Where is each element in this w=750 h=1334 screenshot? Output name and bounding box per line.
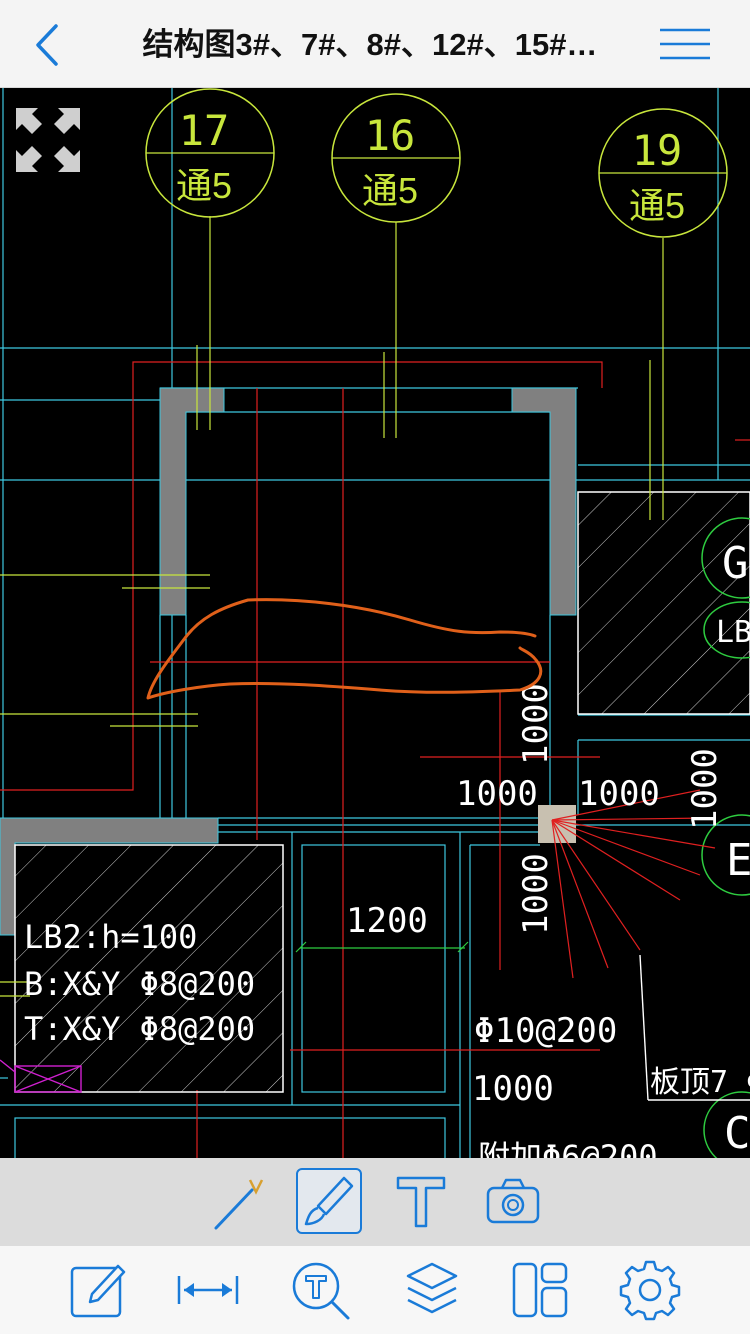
- slab-note-line3: T:X&Y Φ8@200: [24, 1010, 255, 1048]
- gear-icon: [619, 1260, 681, 1321]
- cad-drawing: 17 通5 16 通5 19 通5 G LB E C 1000 1000 100…: [0, 88, 750, 1158]
- slab-top-label: 板顶7 Φ10: [650, 1065, 750, 1100]
- settings-button[interactable]: [618, 1258, 682, 1322]
- layout-panels-icon: [512, 1262, 568, 1318]
- chevron-left-icon: [36, 24, 58, 66]
- line-tool-button[interactable]: [208, 1168, 274, 1234]
- dimension-text-vert-b: 1000: [685, 748, 725, 830]
- text-search-icon: [292, 1262, 350, 1320]
- slab-note-line1: LB2:h=100: [24, 918, 197, 956]
- measure-arrows-icon: [177, 1276, 239, 1304]
- camera-icon: [486, 1178, 540, 1224]
- back-button[interactable]: [22, 20, 72, 70]
- bubble-label-g: G: [722, 538, 749, 589]
- text-search-button[interactable]: [288, 1258, 352, 1322]
- bubble-label-e: E: [726, 835, 750, 886]
- menu-button[interactable]: [656, 24, 716, 68]
- bubble-label-c: C: [724, 1108, 750, 1158]
- edit-button[interactable]: [66, 1258, 130, 1322]
- layers-icon: [406, 1262, 458, 1314]
- bubble-label-lb: LB: [716, 615, 750, 650]
- edit-pencil-icon: [70, 1264, 126, 1318]
- brush-icon: [304, 1176, 354, 1226]
- slab-note-line2: B:X&Y Φ8@200: [24, 965, 255, 1003]
- camera-tool-button[interactable]: [480, 1168, 546, 1234]
- page-title: 结构图3#、7#、8#、12#、15#…: [142, 27, 598, 62]
- dimension-line-1200: [295, 941, 469, 953]
- dimension-text-horiz-a: 1000: [456, 774, 538, 814]
- expand-arrows-icon: [16, 108, 80, 172]
- freehand-markup: [146, 598, 543, 700]
- hatched-slab-right: [577, 491, 750, 715]
- text-t-icon: [396, 1176, 446, 1228]
- axis-bubble-16: 16 通5: [331, 93, 461, 223]
- dimension-text-vert-c: 1000: [516, 853, 556, 935]
- axis-bubble-17-bottom: 通5: [176, 165, 232, 206]
- axis-bubble-16-bottom: 通5: [362, 170, 418, 211]
- brush-tool-button[interactable]: [296, 1168, 362, 1234]
- navigation-bar: 结构图3#、7#、8#、12#、15#…: [0, 0, 750, 88]
- fullscreen-toggle-button[interactable]: [14, 106, 82, 174]
- axis-bubble-19-top: 19: [632, 126, 683, 175]
- axis-bubble-19: 19 通5: [598, 108, 728, 238]
- measure-button[interactable]: [176, 1258, 240, 1322]
- layers-button[interactable]: [400, 1258, 464, 1322]
- line-v-icon: [214, 1179, 264, 1230]
- dimension-text-1200: 1200: [346, 901, 428, 941]
- axis-bubble-19-bottom: 通5: [629, 185, 685, 226]
- bottom-note-partial: 附加Φ6@200: [478, 1138, 658, 1158]
- drawing-canvas[interactable]: 17 通5 16 通5 19 通5 G LB E C 1000 1000 100…: [0, 88, 750, 1158]
- dimension-text-vert-a: 1000: [516, 683, 556, 765]
- dimension-text-bottom: 1000: [472, 1069, 554, 1109]
- axis-bubble-17: 17 通5: [145, 88, 275, 218]
- text-tool-button[interactable]: [388, 1168, 454, 1234]
- column-block: [538, 805, 576, 843]
- axis-bubble-16-top: 16: [365, 111, 416, 160]
- bottom-toolbar: [0, 1246, 750, 1334]
- annotation-toolbar: [0, 1158, 750, 1246]
- hamburger-menu-icon: [660, 28, 710, 60]
- rebar-note: Φ10@200: [474, 1011, 617, 1051]
- axis-bubble-17-top: 17: [179, 106, 230, 155]
- layout-button[interactable]: [508, 1258, 572, 1322]
- dimension-text-horiz-b: 1000: [578, 774, 660, 814]
